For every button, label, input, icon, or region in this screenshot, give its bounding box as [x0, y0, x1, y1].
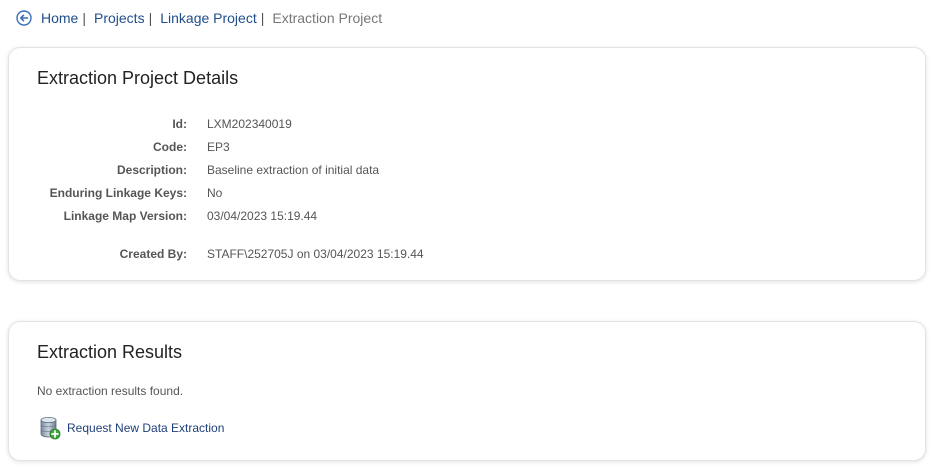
breadcrumb-separator: | [260, 10, 265, 26]
detail-label: Description: [116, 163, 187, 177]
detail-row-description: Description: Baseline extraction of init… [9, 161, 379, 179]
detail-label: Code: [153, 140, 187, 154]
results-title: Extraction Results [37, 342, 183, 362]
detail-value: LXM202340019 [207, 117, 292, 131]
breadcrumb-separator: | [82, 10, 86, 26]
detail-value: STAFF\252705J on 03/04/2023 15:19.44 [207, 247, 424, 261]
detail-value: 03/04/2023 15:19.44 [207, 209, 318, 223]
detail-label: Created By: [119, 247, 187, 261]
extraction-project-details-panel: Extraction Project Details Id: LXM202340… [8, 47, 926, 281]
details-title: Extraction Project Details [37, 68, 239, 88]
detail-label: Id: [172, 117, 187, 131]
breadcrumb: Home | Projects | Linkage Project | Extr… [16, 8, 382, 28]
detail-value: Baseline extraction of initial data [207, 163, 380, 177]
detail-row-linkage-map-version: Linkage Map Version: 03/04/2023 15:19.44 [9, 207, 317, 225]
back-arrow-icon[interactable] [16, 10, 32, 26]
detail-row-code: Code: EP3 [9, 138, 230, 156]
detail-row-id: Id: LXM202340019 [9, 115, 292, 133]
extraction-results-panel: Extraction Results No extraction results… [8, 321, 926, 461]
detail-label: Enduring Linkage Keys: [49, 186, 187, 200]
detail-label: Linkage Map Version: [63, 209, 187, 223]
detail-value: No [207, 186, 223, 200]
request-new-data-extraction-link[interactable]: Request New Data Extraction [39, 416, 224, 440]
request-new-data-extraction-label[interactable]: Request New Data Extraction [67, 421, 224, 435]
database-add-icon [39, 416, 61, 440]
breadcrumb-projects-link[interactable]: Projects [94, 10, 145, 26]
detail-row-enduring-linkage-keys: Enduring Linkage Keys: No [9, 184, 223, 202]
detail-value: EP3 [207, 140, 230, 154]
breadcrumb-home-link[interactable]: Home [41, 10, 78, 26]
breadcrumb-current: Extraction Project [272, 10, 383, 26]
breadcrumb-separator: | [148, 10, 153, 26]
breadcrumb-linkage-project-link[interactable]: Linkage Project [160, 10, 257, 26]
no-results-message: No extraction results found. [37, 384, 184, 398]
detail-row-created-by: Created By: STAFF\252705J on 03/04/2023 … [9, 245, 424, 263]
